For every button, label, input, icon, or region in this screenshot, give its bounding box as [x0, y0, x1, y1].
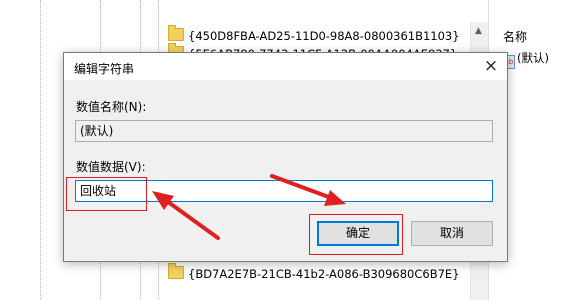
close-icon[interactable]: ×	[475, 53, 507, 80]
edit-string-dialog: 编辑字符串 × 数值名称(N): (默认) 数值数据(V): 回收站 确定 取消	[63, 52, 508, 262]
dialog-title: 编辑字符串	[74, 62, 135, 76]
ok-button[interactable]: 确定	[317, 221, 399, 246]
value-name-label: 数值名称(N):	[76, 100, 147, 114]
value-data-input[interactable]: 回收站	[75, 180, 493, 202]
cancel-button[interactable]: 取消	[411, 221, 493, 246]
folder-icon	[168, 25, 184, 41]
folder-icon	[168, 263, 184, 279]
tree-key-item[interactable]: {BD7A2E7B-21CB-41b2-A086-B309680C6B7E}	[168, 263, 460, 283]
default-value-row[interactable]: ab (默认)	[503, 50, 549, 69]
tree-guide-line	[40, 0, 41, 300]
value-name-field: (默认)	[75, 120, 493, 142]
tree-key-item[interactable]: {450D8FBA-AD25-11D0-98A8-0800361B1103}	[168, 25, 460, 45]
scroll-up-icon[interactable]: ▲	[475, 26, 482, 36]
value-data-label: 数值数据(V):	[76, 160, 146, 174]
name-column-header[interactable]: 名称	[503, 28, 527, 45]
dialog-titlebar: 编辑字符串 ×	[64, 53, 507, 80]
